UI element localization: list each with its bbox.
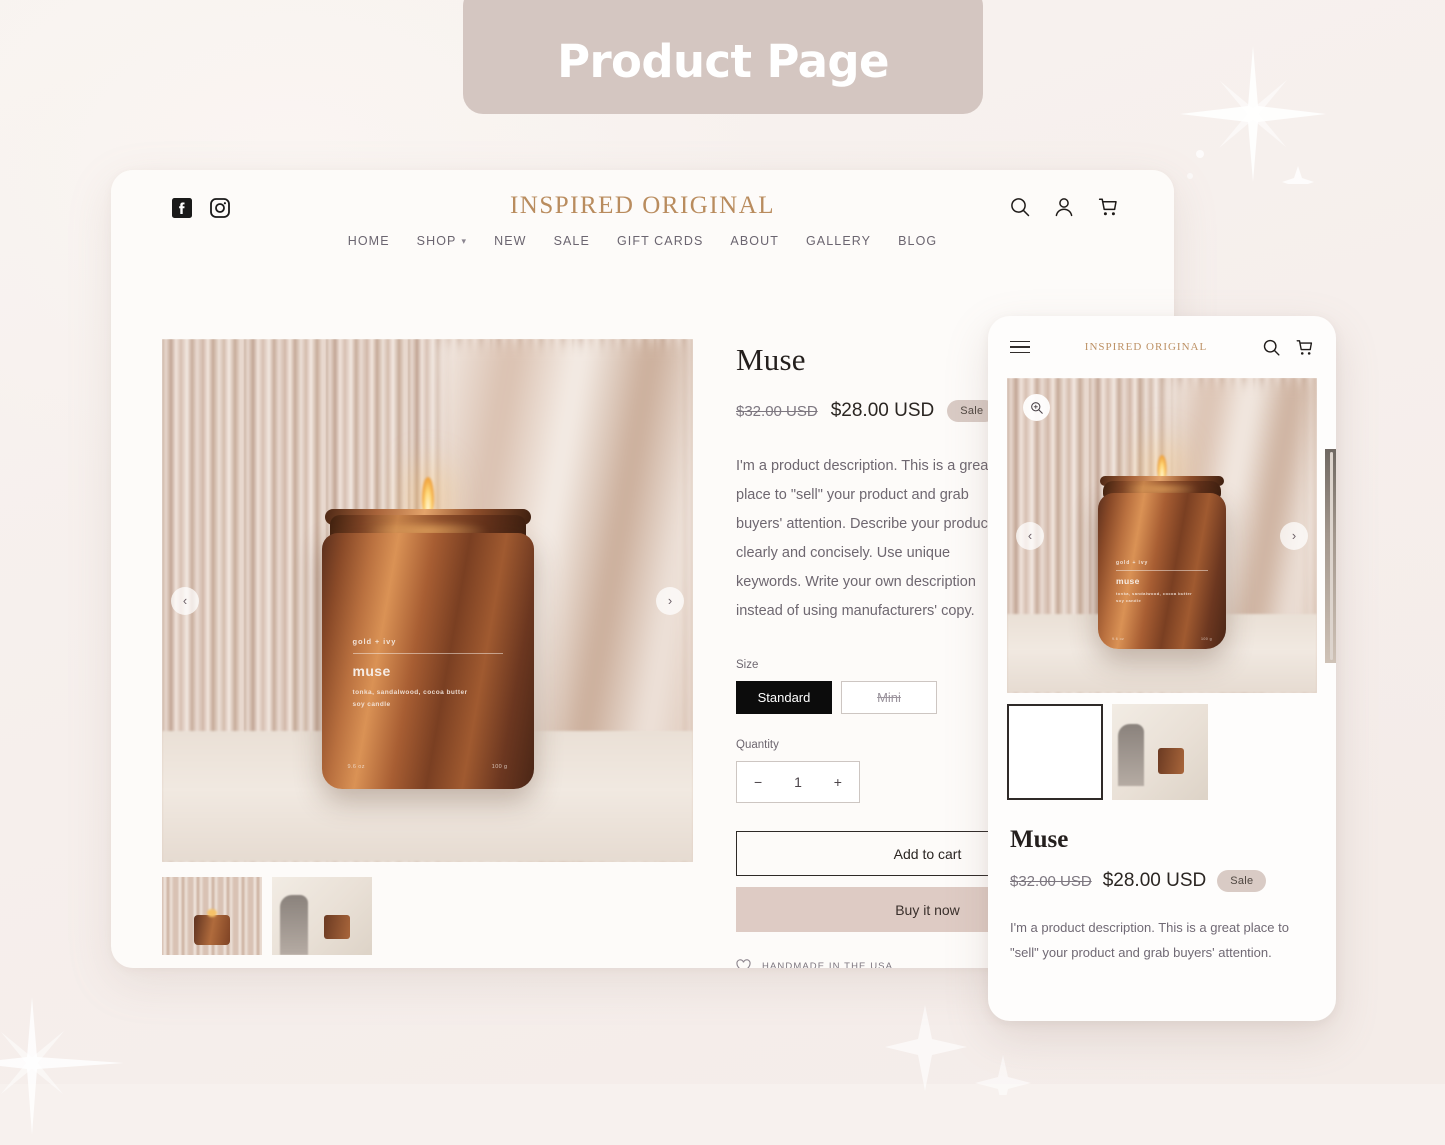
account-icon[interactable] <box>1053 196 1075 218</box>
label-product-name: muse <box>1116 576 1140 587</box>
main-navigation: HOME SHOP ▾ NEW SALE GIFT CARDS ABOUT GAL… <box>111 234 1174 248</box>
label-product-type: soy candle <box>1116 598 1142 604</box>
current-price: $28.00 USD <box>830 400 935 421</box>
label-product-name: muse <box>352 662 391 679</box>
label-weight-oz: 9.6 oz <box>1112 637 1125 642</box>
search-icon[interactable] <box>1262 338 1281 357</box>
label-weight-g: 100 g <box>491 764 508 771</box>
thumbnail-person <box>280 895 308 955</box>
quantity-stepper[interactable]: − 1 + <box>736 761 860 803</box>
label-divider <box>1116 570 1208 572</box>
mobile-gallery-prev-button[interactable]: ‹ <box>1016 521 1044 550</box>
mobile-price-row: $32.00 USD $28.00 USD Sale <box>1010 870 1314 892</box>
gallery-prev-button[interactable]: ‹ <box>171 586 199 615</box>
feature-label: HANDMADE IN THE USA <box>762 960 894 969</box>
nav-item-about[interactable]: ABOUT <box>730 234 779 248</box>
size-option-standard[interactable]: Standard <box>736 681 832 714</box>
nav-item-shop[interactable]: SHOP ▾ <box>417 234 467 248</box>
label-weight-g: 100 g <box>1201 637 1212 642</box>
gallery-thumbnails <box>162 877 693 955</box>
heart-icon <box>736 959 751 968</box>
page-title-banner: Product Page <box>463 0 983 114</box>
nav-item-gallery[interactable]: GALLERY <box>806 234 871 248</box>
label-brand: gold + ivy <box>1116 560 1149 567</box>
compare-at-price: $32.00 USD <box>736 402 818 420</box>
gallery-thumbnail-2[interactable] <box>272 877 372 955</box>
chevron-down-icon: ▾ <box>461 235 468 246</box>
thumbnail-jar <box>324 915 350 939</box>
mobile-gallery-thumbnail-2[interactable] <box>1112 704 1208 800</box>
nav-label: HOME <box>347 234 390 248</box>
candle-jar-weights: 9.6 oz 100 g <box>348 764 508 770</box>
header-icon-group <box>1009 196 1119 218</box>
hamburger-menu-icon[interactable] <box>1010 340 1030 354</box>
mobile-next-slide-peek <box>1322 449 1336 663</box>
mobile-header: INSPIRED ORIGINAL <box>988 316 1336 378</box>
mobile-gallery-next-button[interactable]: › <box>1280 521 1308 550</box>
candle-photo: gold + ivy muse tonka, sandalwood, cocoa… <box>162 339 693 862</box>
mobile-product-description: I'm a product description. This is a gre… <box>1010 920 1289 961</box>
quantity-value[interactable]: 1 <box>794 774 802 790</box>
product-main-image[interactable]: gold + ivy muse tonka, sandalwood, cocoa… <box>162 339 693 862</box>
cart-icon[interactable] <box>1295 338 1314 357</box>
mobile-header-icon-group <box>1262 338 1314 357</box>
nav-label: SALE <box>553 234 590 248</box>
nav-label: GIFT CARDS <box>616 234 704 248</box>
candle-jar-weights: 9.6 oz 100 g <box>1112 637 1212 641</box>
mobile-current-price: $28.00 USD <box>1102 870 1207 891</box>
label-scent-notes: tonka, sandalwood, cocoa butter <box>352 688 468 696</box>
mobile-gallery-thumbnail-1[interactable] <box>1007 704 1103 800</box>
page-title: Product Page <box>557 35 889 88</box>
thumbnail-jar <box>1158 748 1184 774</box>
mobile-site-logo[interactable]: INSPIRED ORIGINAL <box>1085 341 1207 353</box>
thumbnail-jar <box>194 915 230 945</box>
thumbnail-person <box>1118 724 1144 786</box>
candle-photo: gold + ivy muse tonka, sandalwood, cocoa… <box>1007 378 1317 693</box>
label-weight-oz: 9.6 oz <box>347 764 365 771</box>
nav-label: GALLERY <box>805 234 872 248</box>
nav-item-gift-cards[interactable]: GIFT CARDS <box>617 234 703 248</box>
label-product-type: soy candle <box>352 700 391 708</box>
product-description: I'm a product description. This is a gre… <box>736 458 993 619</box>
nav-item-sale[interactable]: SALE <box>554 234 590 248</box>
nav-label: NEW <box>494 234 527 248</box>
quantity-increase-button[interactable]: + <box>834 774 842 790</box>
mobile-compare-at-price: $32.00 USD <box>1010 872 1092 890</box>
label-scent-notes: tonka, sandalwood, cocoa butter <box>1116 591 1193 597</box>
mobile-main-image[interactable]: gold + ivy muse tonka, sandalwood, cocoa… <box>1007 378 1317 693</box>
nav-label: BLOG <box>898 234 938 248</box>
nav-item-new[interactable]: NEW <box>494 234 526 248</box>
label-divider <box>352 652 503 654</box>
site-header: INSPIRED ORIGINAL HOME SHOP ▾ NEW SALE GI… <box>111 170 1174 285</box>
mobile-product-info: Muse $32.00 USD $28.00 USD Sale I'm a pr… <box>988 800 1336 966</box>
search-icon[interactable] <box>1009 196 1031 218</box>
nav-item-blog[interactable]: BLOG <box>898 234 937 248</box>
zoom-in-icon[interactable] <box>1023 394 1050 421</box>
nav-item-home[interactable]: HOME <box>348 234 390 248</box>
candle-jar-label: gold + ivy muse tonka, sandalwood, cocoa… <box>1116 560 1208 605</box>
candle-jar-label: gold + ivy muse tonka, sandalwood, cocoa… <box>352 636 503 710</box>
mobile-sale-badge: Sale <box>1217 870 1267 892</box>
gallery-next-button[interactable]: › <box>656 586 684 615</box>
product-gallery: gold + ivy muse tonka, sandalwood, cocoa… <box>162 339 693 968</box>
size-option-mini[interactable]: Mini <box>841 681 937 714</box>
thumbnail-flame <box>207 909 217 917</box>
cart-icon[interactable] <box>1097 196 1119 218</box>
mobile-device-mockup: INSPIRED ORIGINAL gold + ivy muse tonka,… <box>988 316 1336 1021</box>
mobile-scrollbar[interactable] <box>1330 452 1333 660</box>
mobile-product-title: Muse <box>1010 826 1069 853</box>
gallery-thumbnail-1[interactable] <box>162 877 262 955</box>
mobile-gallery-thumbnails <box>1007 704 1317 800</box>
thumbnail-jar <box>1007 704 1051 744</box>
nav-label: SHOP <box>416 234 457 248</box>
quantity-decrease-button[interactable]: − <box>754 774 762 790</box>
nav-label: ABOUT <box>730 234 779 248</box>
label-brand: gold + ivy <box>352 636 397 646</box>
